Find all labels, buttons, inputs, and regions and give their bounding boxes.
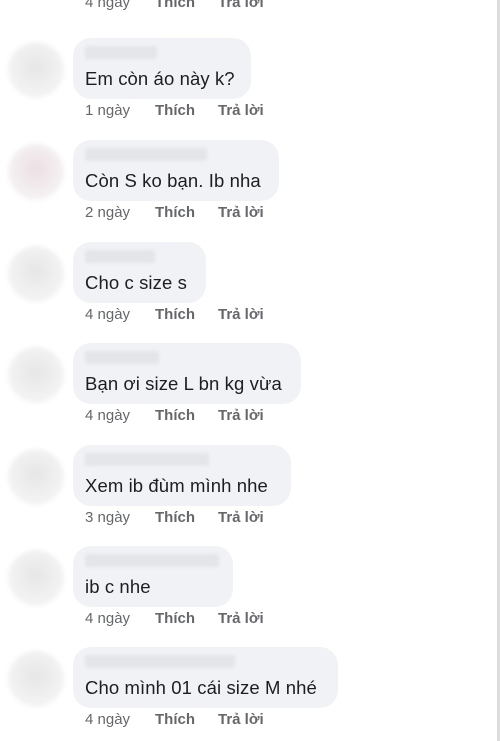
avatar[interactable]: [8, 651, 64, 707]
comment-actions: 3 ngày Thích Trả lời: [85, 509, 264, 526]
commenter-name-redacted[interactable]: [85, 554, 219, 567]
comment-text: Còn S ko bạn. Ib nha: [85, 170, 261, 191]
comment-bubble: Còn S ko bạn. Ib nha: [73, 140, 279, 201]
reply-button[interactable]: Trả lời: [218, 610, 264, 627]
comment-time: 1 ngày: [85, 102, 131, 119]
comment-item: Cho c size s 4 ngày Thích Trả lời: [0, 242, 500, 344]
comment-bubble: Em còn áo này k?: [73, 38, 251, 99]
like-button[interactable]: Thích: [155, 711, 218, 728]
comment-item: ib c nhe 4 ngày Thích Trả lời: [0, 546, 500, 648]
like-button[interactable]: Thích: [155, 407, 218, 424]
comment-thread: 4 ngày Thích Trả lời Em còn áo này k? 1 ng…: [0, 0, 500, 741]
like-button[interactable]: Thích: [155, 509, 218, 526]
comment-time: 4 ngày: [85, 610, 131, 627]
comment-bubble: Bạn ơi size L bn kg vừa: [73, 343, 301, 404]
comment-bubble: ib c nhe: [73, 546, 233, 607]
avatar[interactable]: [8, 449, 64, 505]
reply-button[interactable]: Trả lời: [218, 306, 264, 323]
avatar[interactable]: [8, 246, 64, 302]
comment-actions: 1 ngày Thích Trả lời: [85, 102, 264, 119]
commenter-name-redacted[interactable]: [85, 351, 159, 364]
comment-item: Em còn áo này k? 1 ngày Thích Trả lời: [0, 38, 500, 140]
avatar[interactable]: [8, 42, 64, 98]
reply-button[interactable]: Trả lời: [218, 711, 264, 728]
comment-time: 2 ngày: [85, 204, 131, 221]
avatar[interactable]: [8, 347, 64, 403]
comment-time: 4 ngày: [85, 407, 131, 424]
comment-text: Bạn ơi size L bn kg vừa: [85, 373, 282, 394]
reply-button[interactable]: Trả lời: [218, 407, 264, 424]
avatar[interactable]: [8, 144, 64, 200]
commenter-name-redacted[interactable]: [85, 148, 207, 161]
like-button[interactable]: Thích: [155, 0, 218, 11]
comment-actions: 4 ngày Thích Trả lời: [85, 306, 264, 323]
comment-item: Còn S ko bạn. Ib nha 2 ngày Thích Trả lời: [0, 140, 500, 242]
comment-text: Cho mình 01 cái size M nhé: [85, 677, 317, 698]
commenter-name-redacted[interactable]: [85, 46, 157, 59]
comment-time: 3 ngày: [85, 509, 131, 526]
reply-button[interactable]: Trả lời: [218, 102, 264, 119]
commenter-name-redacted[interactable]: [85, 453, 209, 466]
comment-time: 4 ngày: [85, 711, 131, 728]
comment-text: Cho c size s: [85, 272, 187, 293]
comment-item: Xem ib đùm mình nhe 3 ngày Thích Trả lời: [0, 445, 500, 547]
reply-button[interactable]: Trả lời: [218, 0, 264, 11]
comment-actions: 4 ngày Thích Trả lời: [85, 610, 264, 627]
commenter-name-redacted[interactable]: [85, 655, 235, 668]
comment-bubble: Cho c size s: [73, 242, 206, 303]
comment-bubble: Cho mình 01 cái size M nhé: [73, 647, 338, 708]
comment-actions: 4 ngày Thích Trả lời: [85, 711, 264, 728]
comment-text: Xem ib đùm mình nhe: [85, 475, 268, 496]
comment-actions-partial: 4 ngày Thích Trả lời: [85, 0, 264, 11]
like-button[interactable]: Thích: [155, 102, 218, 119]
comment-time: 4 ngày: [85, 306, 131, 323]
like-button[interactable]: Thích: [155, 306, 218, 323]
comment-time: 4 ngày: [85, 0, 131, 11]
comment-text: Em còn áo này k?: [85, 68, 235, 89]
reply-button[interactable]: Trả lời: [218, 509, 264, 526]
reply-button[interactable]: Trả lời: [218, 204, 264, 221]
comment-actions: 4 ngày Thích Trả lời: [85, 407, 264, 424]
avatar[interactable]: [8, 550, 64, 606]
comment-actions: 2 ngày Thích Trả lời: [85, 204, 264, 221]
like-button[interactable]: Thích: [155, 204, 218, 221]
comment-item: Cho mình 01 cái size M nhé 4 ngày Thích Tr…: [0, 647, 500, 741]
comment-text: ib c nhe: [85, 576, 151, 597]
comment-bubble: Xem ib đùm mình nhe: [73, 445, 291, 506]
commenter-name-redacted[interactable]: [85, 250, 155, 263]
like-button[interactable]: Thích: [155, 610, 218, 627]
comment-item: Bạn ơi size L bn kg vừa 4 ngày Thích Trả l…: [0, 343, 500, 445]
